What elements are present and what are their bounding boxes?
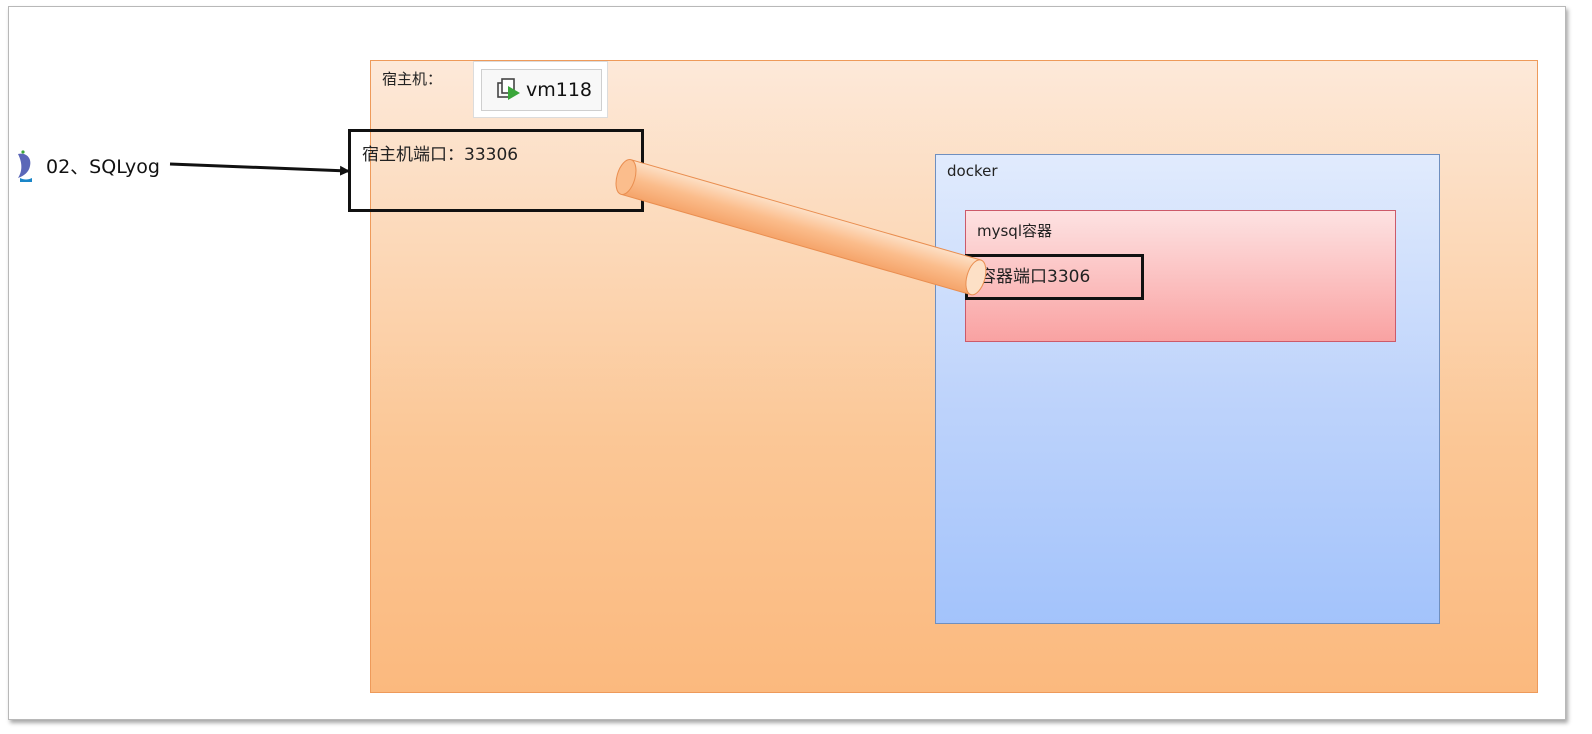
connection-arrow — [169, 162, 350, 176]
port-mapping-pipe — [615, 159, 987, 296]
connectors-layer — [169, 159, 987, 296]
